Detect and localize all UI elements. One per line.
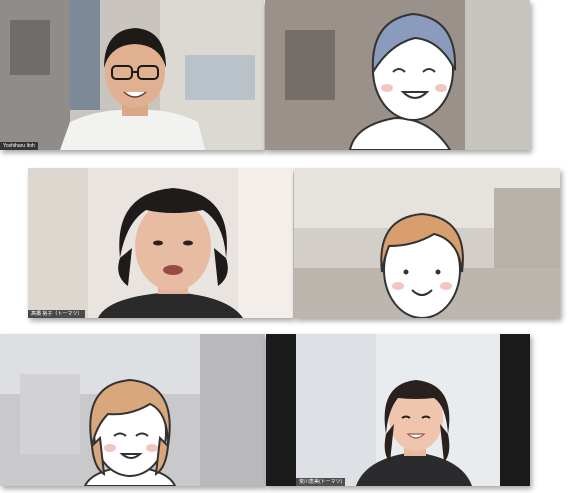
participant-video — [28, 168, 293, 318]
participant-video — [266, 334, 530, 486]
video-tile-4[interactable] — [294, 168, 560, 318]
participant-name-label: Yoshiharu Itoh — [0, 142, 38, 150]
avatar-illustration-icon — [294, 168, 560, 318]
participant-name-label: 髙橋 裕子（トーマツ） — [28, 310, 86, 318]
video-tile-5[interactable] — [0, 334, 265, 486]
participant-name-label: 荒川恵美(トーマツ) — [296, 478, 346, 486]
video-tile-2[interactable] — [265, 0, 530, 150]
avatar-illustration-icon — [265, 0, 530, 150]
avatar-illustration-icon — [0, 334, 265, 486]
participant-video — [0, 0, 264, 150]
video-tile-3[interactable]: 髙橋 裕子（トーマツ） — [28, 168, 293, 318]
video-tile-6[interactable]: 荒川恵美(トーマツ) — [266, 334, 530, 486]
video-tile-1[interactable]: Yoshiharu Itoh — [0, 0, 264, 150]
